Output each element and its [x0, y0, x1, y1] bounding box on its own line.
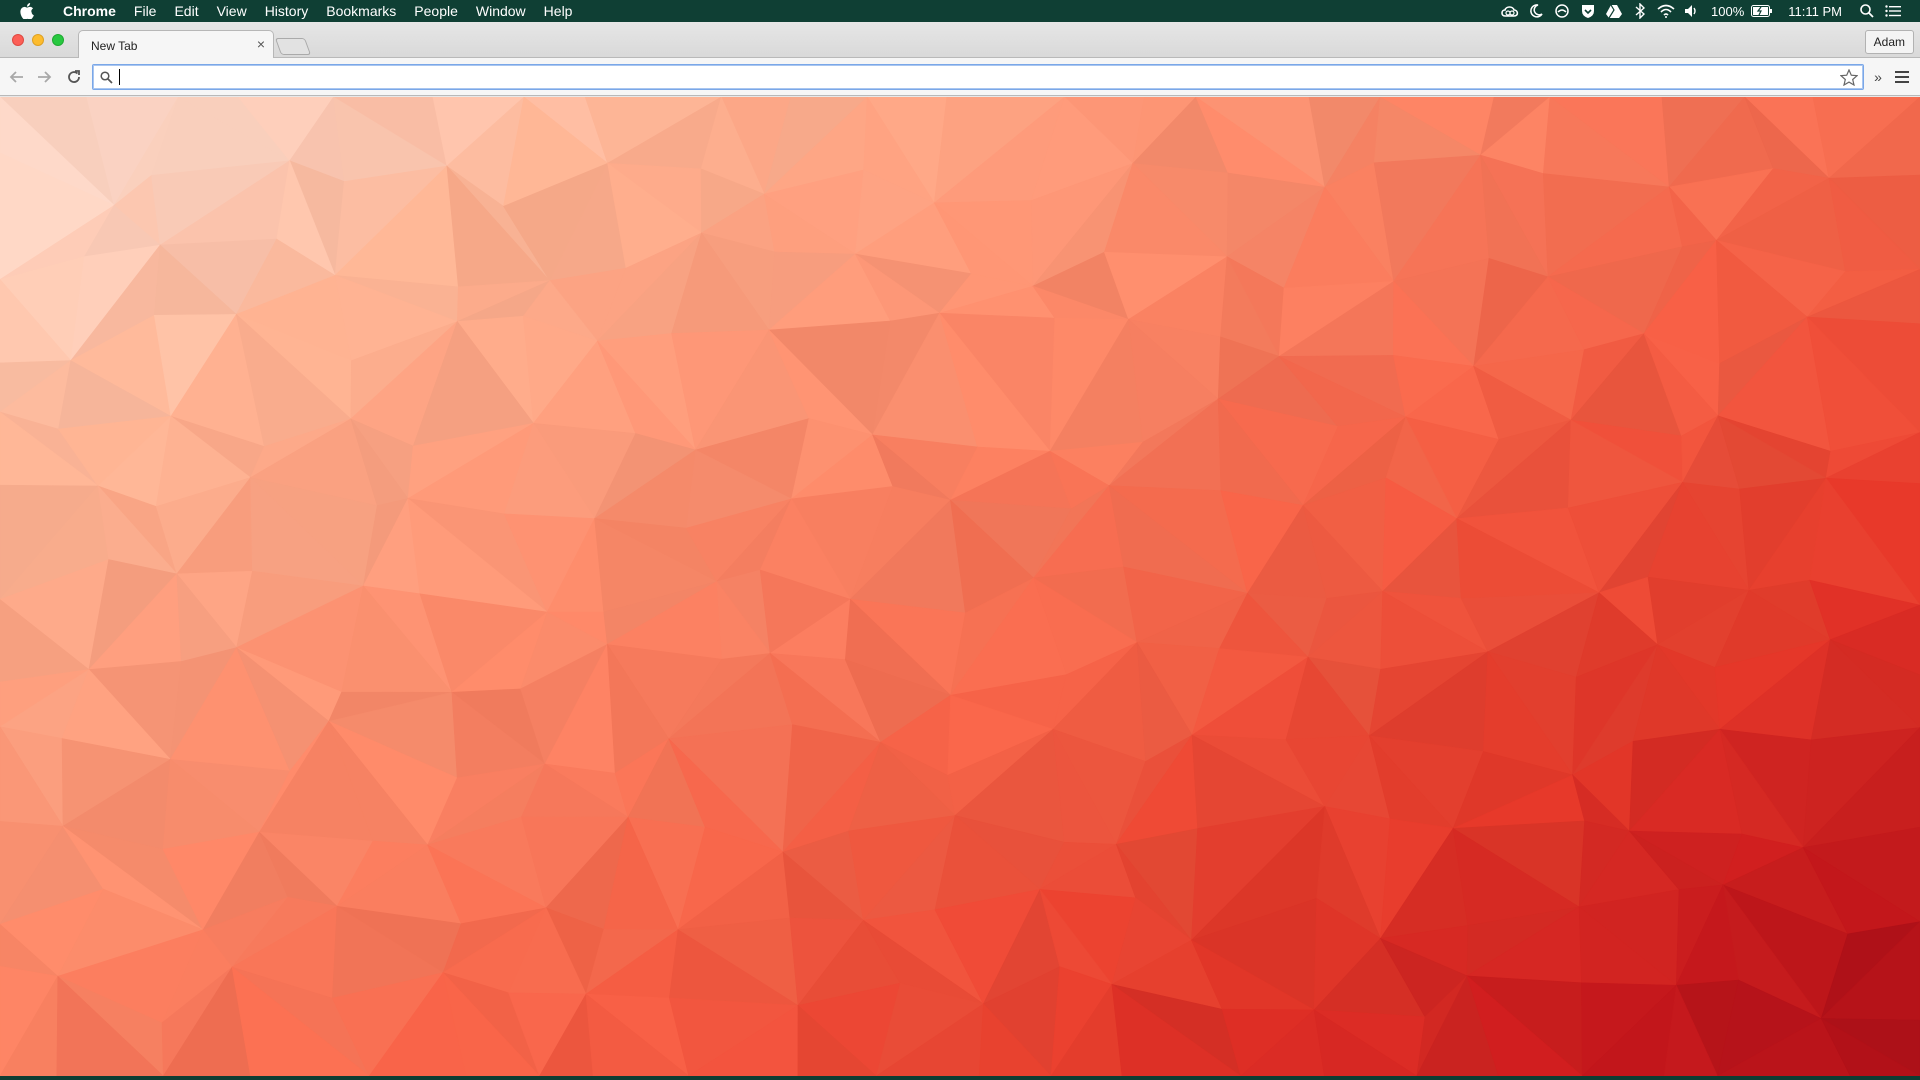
creative-cloud-icon[interactable]: [1497, 0, 1523, 22]
tab-strip: New Tab × Adam: [0, 22, 1920, 59]
menu-file[interactable]: File: [125, 0, 166, 22]
battery-icon[interactable]: [1750, 0, 1774, 22]
browser-window: New Tab × Adam »: [0, 22, 1920, 1076]
menu-view[interactable]: View: [208, 0, 256, 22]
menu-window[interactable]: Window: [467, 0, 535, 22]
sync-icon[interactable]: [1549, 0, 1575, 22]
app-menu[interactable]: Chrome: [54, 0, 125, 22]
extensions-overflow-button[interactable]: »: [1868, 67, 1888, 87]
battery-percentage: 100%: [1711, 3, 1745, 19]
bookmark-star-icon[interactable]: [1835, 65, 1863, 89]
browser-toolbar: »: [0, 58, 1920, 96]
notification-center-icon[interactable]: [1880, 0, 1906, 22]
status-area: 100% 11:11 PM: [1497, 0, 1920, 22]
bluetooth-icon[interactable]: [1627, 0, 1653, 22]
spotlight-search-icon[interactable]: [1854, 0, 1880, 22]
tab-title: New Tab: [91, 39, 138, 53]
apple-menu-icon[interactable]: [0, 0, 54, 22]
window-close-button[interactable]: [12, 34, 24, 46]
new-tab-page-background: [0, 97, 1920, 1076]
chrome-menu-icon[interactable]: [1890, 65, 1914, 89]
wifi-icon[interactable]: [1653, 0, 1679, 22]
low-poly-background: [0, 97, 1920, 1076]
menu-bar: Chrome File Edit View History Bookmarks …: [0, 0, 1920, 22]
back-button[interactable]: [3, 64, 29, 90]
menu-help[interactable]: Help: [535, 0, 582, 22]
tab-new-tab[interactable]: New Tab ×: [78, 30, 274, 59]
shield-icon[interactable]: [1575, 0, 1601, 22]
address-input[interactable]: [120, 66, 1835, 88]
menu-history[interactable]: History: [256, 0, 318, 22]
search-icon: [93, 65, 119, 89]
reload-button[interactable]: [61, 64, 87, 90]
clock[interactable]: 11:11 PM: [1774, 4, 1854, 19]
window-minimize-button[interactable]: [32, 34, 44, 46]
menu-edit[interactable]: Edit: [165, 0, 207, 22]
desktop-bottom-edge: [0, 1076, 1920, 1080]
window-zoom-button[interactable]: [52, 34, 64, 46]
profile-button[interactable]: Adam: [1864, 30, 1914, 54]
forward-button[interactable]: [32, 64, 58, 90]
moon-icon[interactable]: [1523, 0, 1549, 22]
google-drive-icon[interactable]: [1601, 0, 1627, 22]
menu-bookmarks[interactable]: Bookmarks: [317, 0, 405, 22]
new-tab-button[interactable]: [274, 38, 312, 55]
tab-close-icon[interactable]: ×: [257, 36, 265, 52]
window-controls: [12, 34, 64, 46]
menu-people[interactable]: People: [405, 0, 467, 22]
omnibox[interactable]: [92, 64, 1864, 90]
volume-icon[interactable]: [1679, 0, 1705, 22]
